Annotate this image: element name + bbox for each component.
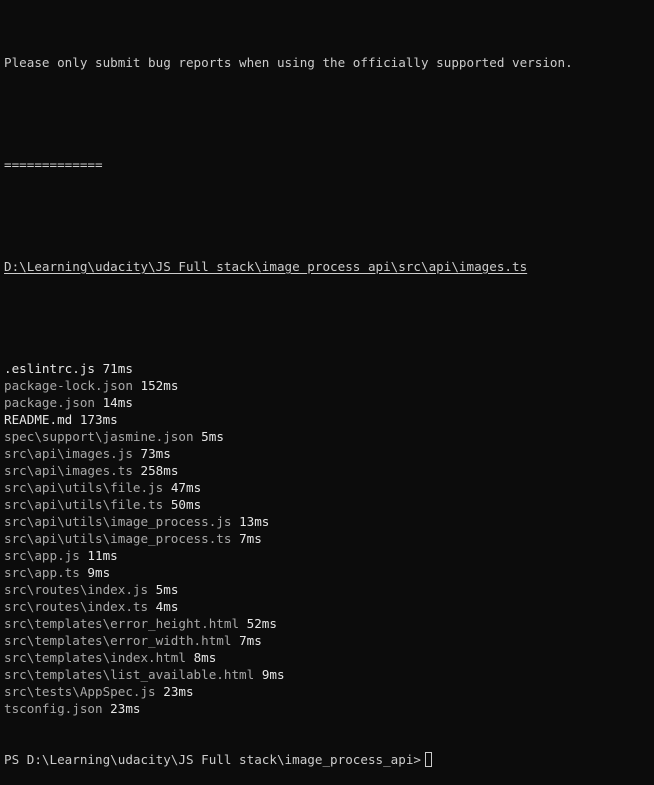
file-time: 50ms: [170, 497, 202, 512]
file-name: src\api\utils\file.js: [4, 480, 164, 495]
file-row: src\tests\AppSpec.js 23ms: [4, 683, 650, 700]
file-time: 11ms: [87, 548, 118, 563]
file-name: src\templates\error_height.html: [4, 616, 240, 631]
current-file-path: D:\Learning\udacity\JS Full stack\image_…: [4, 259, 528, 274]
file-name: src\routes\index.ts: [4, 599, 149, 614]
file-time: 9ms: [261, 667, 285, 682]
file-row: package-lock.json 152ms: [4, 377, 650, 394]
file-time: 7ms: [239, 633, 262, 648]
file-time: 23ms: [163, 684, 194, 699]
file-row: src\app.js 11ms: [4, 547, 650, 564]
file-time: 47ms: [170, 480, 202, 495]
file-row: src\api\utils\file.ts 50ms: [4, 496, 650, 513]
file-name: src\templates\error_width.html: [4, 633, 232, 648]
file-time: 4ms: [155, 599, 179, 614]
file-row: .eslintrc.js 71ms: [4, 360, 650, 377]
terminal-output[interactable]: Please only submit bug reports when usin…: [0, 0, 654, 767]
file-name: src\app.js: [4, 548, 80, 563]
file-time: 152ms: [140, 378, 179, 393]
file-time: 7ms: [239, 531, 262, 546]
file-time: 173ms: [79, 412, 118, 427]
file-name: package-lock.json: [4, 378, 133, 393]
file-row: src\templates\error_width.html 7ms: [4, 632, 650, 649]
file-time: 52ms: [246, 616, 277, 631]
file-time: 73ms: [140, 446, 171, 461]
file-name: src\api\images.js: [4, 446, 133, 461]
file-row: src\api\images.js 73ms: [4, 445, 650, 462]
file-row: tsconfig.json 23ms: [4, 700, 650, 717]
file-list: .eslintrc.js 71ms package-lock.json 152ms…: [4, 360, 650, 717]
file-time: 258ms: [140, 463, 179, 478]
file-name: src\templates\index.html: [4, 650, 186, 665]
file-time: 71ms: [102, 361, 133, 376]
file-row: src\api\utils\file.js 47ms: [4, 479, 650, 496]
file-name: spec\support\jasmine.json: [4, 429, 194, 444]
file-name: README.md: [4, 412, 73, 427]
file-name: tsconfig.json: [4, 701, 103, 716]
file-row: src\routes\index.ts 4ms: [4, 598, 650, 615]
cursor: [425, 752, 433, 767]
file-time: 23ms: [110, 701, 141, 716]
file-row: src\templates\error_height.html 52ms: [4, 615, 650, 632]
file-row: src\api\utils\image_process.ts 7ms: [4, 530, 650, 547]
file-row: spec\support\jasmine.json 5ms: [4, 428, 650, 445]
file-row: README.md 173ms: [4, 411, 650, 428]
separator-line: =============: [4, 157, 103, 172]
prompt-line[interactable]: PS D:\Learning\udacity\JS Full stack\ima…: [4, 751, 650, 768]
file-time: 8ms: [193, 650, 217, 665]
prompt-text: PS D:\Learning\udacity\JS Full stack\ima…: [4, 752, 422, 767]
file-name: src\routes\index.js: [4, 582, 149, 597]
file-name: src\templates\list_available.html: [4, 667, 255, 682]
file-row: src\api\utils\image_process.js 13ms: [4, 513, 650, 530]
file-row: package.json 14ms: [4, 394, 650, 411]
file-time: 14ms: [102, 395, 133, 410]
file-name: package.json: [4, 395, 95, 410]
file-row: src\app.ts 9ms: [4, 564, 650, 581]
file-name: src\api\utils\image_process.js: [4, 514, 232, 529]
file-name: src\api\utils\file.ts: [4, 497, 164, 512]
notice-line: Please only submit bug reports when usin…: [4, 55, 573, 70]
file-name: src\tests\AppSpec.js: [4, 684, 156, 699]
file-row: src\templates\list_available.html 9ms: [4, 666, 650, 683]
file-name: src\app.ts: [4, 565, 80, 580]
file-name: src\api\images.ts: [4, 463, 133, 478]
file-time: 13ms: [239, 514, 270, 529]
file-time: 9ms: [87, 565, 111, 580]
file-name: src\api\utils\image_process.ts: [4, 531, 232, 546]
file-time: 5ms: [201, 429, 224, 444]
file-row: src\templates\index.html 8ms: [4, 649, 650, 666]
file-row: src\routes\index.js 5ms: [4, 581, 650, 598]
file-name: .eslintrc.js: [4, 361, 95, 376]
file-row: src\api\images.ts 258ms: [4, 462, 650, 479]
file-time: 5ms: [155, 582, 179, 597]
